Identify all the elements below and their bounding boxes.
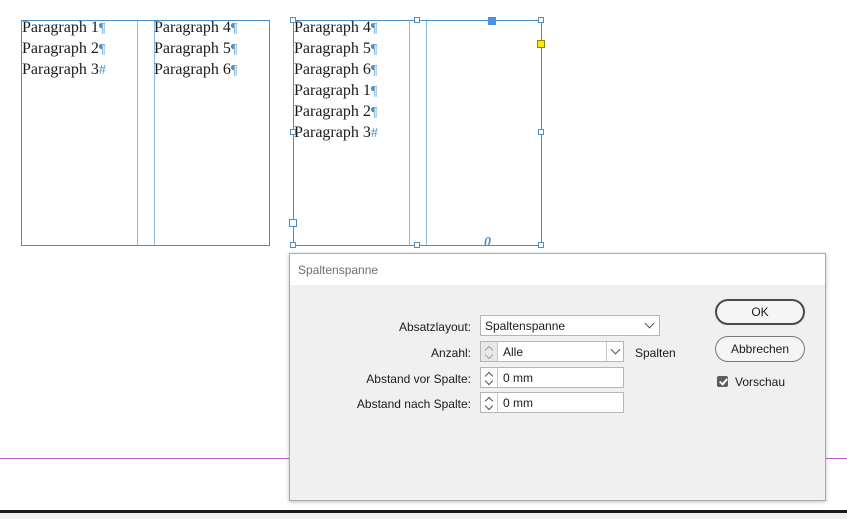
pilcrow-icon: ¶ — [98, 21, 106, 36]
abstand-nach-value[interactable]: 0 mm — [503, 396, 533, 410]
paragraph-text[interactable]: Paragraph 4¶ — [154, 17, 237, 39]
dialog-title[interactable]: Spaltenspanne — [290, 254, 825, 285]
column-guide — [137, 21, 138, 245]
paragraph-label: Paragraph 1 — [22, 19, 99, 36]
cancel-button[interactable]: Abbrechen — [715, 336, 805, 362]
abstand-vor-value[interactable]: 0 mm — [503, 371, 533, 385]
absatzlayout-label: Absatzlayout: — [398, 320, 471, 334]
ok-button[interactable]: OK — [715, 299, 805, 325]
preview-label[interactable]: Vorschau — [735, 375, 785, 389]
status-strip — [0, 513, 847, 519]
paragraph-label: Paragraph 1 — [294, 82, 371, 99]
paragraph-text[interactable]: Paragraph 2¶ — [294, 101, 377, 123]
in-port[interactable] — [289, 219, 297, 227]
abstand-vor-label: Abstand vor Spalte: — [366, 372, 471, 386]
paragraph-text[interactable]: Paragraph 1¶ — [294, 80, 377, 102]
abstand-nach-label: Abstand nach Spalte: — [356, 397, 471, 411]
column-guide — [426, 21, 427, 245]
resize-handle-sw[interactable] — [290, 242, 296, 248]
column-span-dialog: Spaltenspanne Absatzlayout: Spaltenspann… — [289, 253, 826, 501]
paragraph-text[interactable]: Paragraph 3# — [294, 122, 378, 144]
resize-handle-s-left[interactable] — [414, 242, 420, 248]
anzahl-label: Anzahl: — [430, 346, 471, 360]
pilcrow-icon: ¶ — [370, 63, 378, 78]
absatzlayout-select[interactable]: Spaltenspanne — [480, 315, 660, 336]
chevron-down-icon — [644, 318, 655, 329]
paragraph-text[interactable]: Paragraph 6¶ — [154, 59, 237, 81]
stepper-arrows-icon[interactable] — [481, 342, 498, 361]
abstand-nach-stepper[interactable]: 0 mm — [480, 392, 624, 413]
paragraph-text[interactable]: Paragraph 3# — [22, 59, 106, 81]
paragraph-label: Paragraph 2 — [22, 40, 99, 57]
resize-handle-nw[interactable] — [290, 17, 296, 23]
resize-handle-w[interactable] — [290, 129, 296, 135]
paragraph-label: Paragraph 6 — [154, 61, 231, 78]
stepper-arrows-icon[interactable] — [481, 393, 498, 412]
pilcrow-icon: ¶ — [370, 21, 378, 36]
paragraph-label: Paragraph 5 — [154, 40, 231, 57]
resize-handle-e[interactable] — [538, 129, 544, 135]
pilcrow-icon: ¶ — [370, 105, 378, 120]
paragraph-label: Paragraph 5 — [294, 40, 371, 57]
paragraph-text[interactable]: Paragraph 4¶ — [294, 17, 377, 39]
anzahl-stepper[interactable]: Alle — [480, 341, 624, 362]
out-port-overset-icon[interactable]: 0 — [484, 235, 491, 251]
paragraph-label: Paragraph 4 — [294, 19, 371, 36]
paragraph-label: Paragraph 6 — [294, 61, 371, 78]
paragraph-text[interactable]: Paragraph 6¶ — [294, 59, 377, 81]
resize-handle-se[interactable] — [538, 242, 544, 248]
end-of-story-icon: # — [98, 63, 106, 78]
paragraph-text[interactable]: Paragraph 2¶ — [22, 38, 105, 60]
abstand-vor-stepper[interactable]: 0 mm — [480, 367, 624, 388]
resize-handle-ne[interactable] — [538, 17, 544, 23]
preview-checkbox[interactable] — [717, 376, 728, 387]
pilcrow-icon: ¶ — [230, 42, 238, 57]
paragraph-label: Paragraph 3 — [294, 124, 371, 141]
pilcrow-icon: ¶ — [230, 21, 238, 36]
pilcrow-icon: ¶ — [230, 63, 238, 78]
paragraph-text[interactable]: Paragraph 1¶ — [22, 17, 105, 39]
pilcrow-icon: ¶ — [370, 84, 378, 99]
paragraph-text[interactable]: Paragraph 5¶ — [154, 38, 237, 60]
paragraph-label: Paragraph 3 — [22, 61, 99, 78]
anzahl-value: Alle — [503, 345, 524, 359]
pilcrow-icon: ¶ — [370, 42, 378, 57]
anzahl-unit-label: Spalten — [635, 346, 676, 360]
paragraph-text[interactable]: Paragraph 5¶ — [294, 38, 377, 60]
resize-handle-n[interactable] — [488, 17, 496, 25]
resize-handle-n-left[interactable] — [414, 17, 420, 23]
chevron-down-icon[interactable] — [610, 344, 621, 355]
column-guide — [409, 21, 410, 245]
pilcrow-icon: ¶ — [98, 42, 106, 57]
paragraph-label: Paragraph 2 — [294, 103, 371, 120]
end-of-story-icon: # — [370, 126, 378, 141]
live-corner-handle[interactable] — [537, 40, 545, 48]
paragraph-label: Paragraph 4 — [154, 19, 231, 36]
stepper-arrows-icon[interactable] — [481, 368, 498, 387]
absatzlayout-value: Spaltenspanne — [485, 319, 566, 333]
checkmark-icon — [719, 376, 728, 386]
